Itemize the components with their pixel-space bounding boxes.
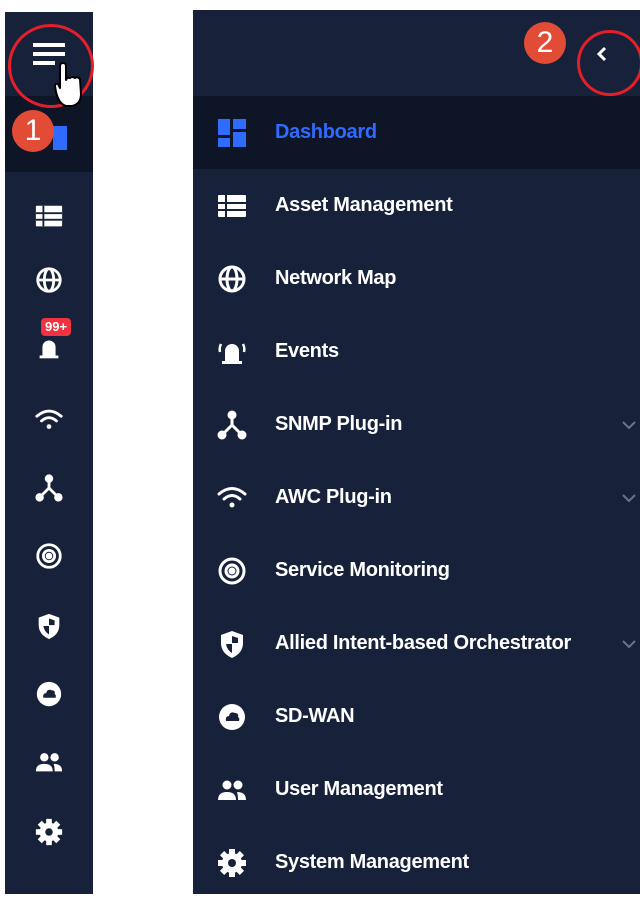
nav-label: SD-WAN <box>275 705 355 727</box>
globe-icon <box>215 262 249 296</box>
nav-item-asset-management[interactable]: Asset Management <box>193 169 640 242</box>
mini-item-user-management[interactable] <box>5 736 93 788</box>
cloud-icon <box>36 681 62 707</box>
nav-item-dashboard[interactable]: Dashboard <box>193 96 640 169</box>
mini-item-snmp-plugin[interactable] <box>5 462 93 514</box>
mini-item-network-map[interactable] <box>5 254 93 306</box>
cloud-icon <box>215 700 249 734</box>
hand-cursor-icon <box>54 62 82 107</box>
nav-item-orchestrator[interactable]: Allied Intent-based Orchestrator <box>193 607 640 680</box>
dashboard-icon <box>215 116 249 150</box>
nav-item-network-map[interactable]: Network Map <box>193 242 640 315</box>
mini-item-events[interactable]: 99+ <box>5 318 93 374</box>
shield-icon <box>215 627 249 661</box>
nav-item-awc-plugin[interactable]: AWC Plug-in <box>193 461 640 534</box>
nav-label: Service Monitoring <box>275 559 450 581</box>
nav-item-snmp-plugin[interactable]: SNMP Plug-in <box>193 388 640 461</box>
users-icon <box>215 773 249 807</box>
nav-label: Network Map <box>275 267 397 289</box>
alarm-bell-icon <box>215 335 249 369</box>
radar-icon <box>215 554 249 588</box>
nav-item-sd-wan[interactable]: SD-WAN <box>193 680 640 753</box>
gear-icon <box>215 846 249 880</box>
nav-item-system-management[interactable]: System Management <box>193 826 640 899</box>
events-badge: 99+ <box>41 318 72 336</box>
nav-item-service-monitoring[interactable]: Service Monitoring <box>193 534 640 607</box>
dashboard-icon <box>53 126 67 150</box>
nav-item-user-management[interactable]: User Management <box>193 753 640 826</box>
nav-item-events[interactable]: Events <box>193 315 640 388</box>
globe-icon <box>36 267 62 293</box>
sidebar-header <box>193 10 640 96</box>
highlight-ring-collapse <box>577 30 640 96</box>
nav-label: Dashboard <box>275 121 377 143</box>
wifi-icon <box>35 409 63 429</box>
nav-label: Asset Management <box>275 194 453 216</box>
users-icon <box>35 753 63 772</box>
step-marker-1: 1 <box>12 110 54 152</box>
alarm-bell-icon <box>39 340 59 359</box>
nav-label: AWC Plug-in <box>275 486 392 508</box>
mini-item-orchestrator[interactable] <box>5 600 93 652</box>
list-icon <box>35 205 63 227</box>
radar-icon <box>36 543 62 569</box>
mini-item-system-management[interactable] <box>5 806 93 858</box>
mini-item-asset-management[interactable] <box>5 190 93 242</box>
nav-label: User Management <box>275 778 443 800</box>
expanded-sidebar: Dashboard Asset Management Network Map E… <box>193 10 640 894</box>
nav-label: SNMP Plug-in <box>275 413 403 435</box>
shield-icon <box>38 613 60 640</box>
gear-icon <box>35 818 63 846</box>
chevron-down-icon <box>622 639 636 648</box>
nav-label: Allied Intent-based Orchestrator <box>275 632 572 654</box>
list-icon <box>215 189 249 223</box>
chevron-down-icon <box>622 493 636 502</box>
network-node-icon <box>35 474 63 502</box>
mini-item-awc-plugin[interactable] <box>5 394 93 446</box>
network-node-icon <box>215 408 249 442</box>
mini-item-service-monitoring[interactable] <box>5 530 93 582</box>
nav-label: Events <box>275 340 339 362</box>
chevron-down-icon <box>622 420 636 429</box>
wifi-icon <box>215 481 249 515</box>
nav-label: System Management <box>275 851 469 873</box>
step-marker-2: 2 <box>524 22 566 64</box>
mini-item-sd-wan[interactable] <box>5 668 93 720</box>
